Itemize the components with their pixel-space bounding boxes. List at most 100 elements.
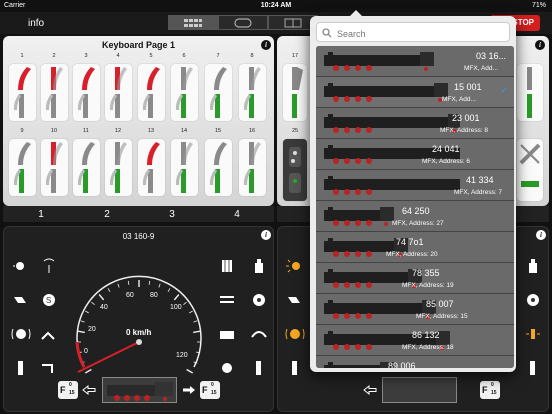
gauge-tick	[85, 310, 89, 314]
turnout-tile[interactable]	[9, 64, 36, 121]
locomotive-list-item[interactable]: 41 334 MFX, Address: 7	[316, 170, 514, 201]
turnout-icon	[142, 67, 160, 118]
direction-right-icon[interactable]	[182, 385, 196, 395]
page-1-button[interactable]: 1	[31, 209, 51, 220]
station-icon[interactable]	[248, 325, 270, 343]
locomotive-list[interactable]: 03 16... MFX, Add... 15 001 MFX, Add... ✓ 23 …	[316, 46, 514, 368]
turnout-tile[interactable]	[105, 139, 132, 196]
sound-icon[interactable]	[248, 257, 270, 275]
warning-light-icon[interactable]	[522, 325, 544, 343]
turnout-number: 3	[84, 53, 88, 59]
info-icon[interactable]: i	[261, 40, 271, 50]
pantograph-icon[interactable]	[284, 359, 306, 377]
locomotive-list-item[interactable]: 78 355 MFX, Address: 19	[316, 263, 514, 294]
locomotive-list-item[interactable]: 15 001 MFX, Add... ✓	[316, 77, 514, 108]
info-icon-right[interactable]: i	[536, 230, 546, 240]
steam-locomotive-image	[107, 382, 173, 401]
page-4-button[interactable]: 4	[227, 209, 247, 220]
turnout-tile[interactable]	[73, 64, 100, 121]
whistle-icon[interactable]	[216, 359, 238, 377]
direction-left-icon[interactable]	[82, 385, 96, 395]
locomotive-list-item[interactable]: 85 007 MFX, Address: 15	[316, 294, 514, 325]
loco-image[interactable]	[102, 377, 177, 403]
locomotive-list-item[interactable]: 23 001 MFX, Address: 8	[316, 108, 514, 139]
turnout-tile[interactable]	[517, 64, 543, 121]
turnout-tile[interactable]	[205, 64, 232, 121]
gauge-tick	[148, 280, 151, 285]
locomotive-name: 86 132	[412, 330, 440, 340]
headlight-icon[interactable]	[284, 257, 306, 275]
turnout-tile[interactable]	[138, 139, 165, 196]
turnout-tile[interactable]	[73, 139, 100, 196]
coupler-icon[interactable]	[38, 325, 60, 343]
info-icon[interactable]: i	[261, 230, 271, 240]
turnout-number: 25	[291, 128, 299, 134]
steam-icon[interactable]	[216, 291, 238, 309]
view-segmented-control	[168, 15, 318, 30]
page-3-button[interactable]: 3	[162, 209, 182, 220]
cabin-light-icon[interactable]	[216, 257, 238, 275]
pantograph-icon[interactable]	[522, 359, 544, 377]
turnout-number: 7	[216, 53, 220, 59]
headlight-icon[interactable]	[10, 257, 32, 275]
brake-squeal-icon[interactable]	[38, 359, 60, 377]
cab-light-icon[interactable]	[10, 325, 32, 343]
turnout-tile[interactable]	[138, 64, 165, 121]
sound-icon[interactable]	[522, 257, 544, 275]
announcement-icon[interactable]	[216, 325, 238, 343]
keyboard-panel: Keyboard Page 1 i 1 2 3 4 5 6 7 8 9 10 11 12 13 14 15 1…	[3, 36, 274, 206]
info-icon-right[interactable]: i	[535, 40, 545, 50]
page-2-button[interactable]: 2	[97, 209, 117, 220]
turnout-tile[interactable]	[171, 64, 198, 121]
gauge-tick	[158, 283, 161, 288]
speedometer-gauge[interactable]: 0 20 40 60 80 100 120 0 km/h	[64, 247, 214, 397]
locomotive-picker-popover: 03 16... MFX, Add... 15 001 MFX, Add... ✓ 23 …	[310, 10, 516, 372]
locomotive-list-item[interactable]: 86 132 MFX, Address: 18	[316, 325, 514, 356]
gauge-tick	[80, 320, 85, 323]
locomotive-list-item[interactable]: 74 7o1 MFX, Address: 20	[316, 232, 514, 263]
locomotive-list-item[interactable]: 64 250 MFX, Address: 27	[316, 201, 514, 232]
loco-title: 03 160-9	[122, 232, 155, 241]
locomotive-list-item[interactable]: 24 041 MFX, Address: 6	[316, 139, 514, 170]
turnout-tile[interactable]	[171, 139, 198, 196]
locomotive-name: 64 250	[402, 206, 430, 216]
signal-tile[interactable]	[283, 139, 307, 201]
function-key-button[interactable]: F 0 15	[200, 381, 220, 399]
track-loop-icon	[234, 17, 252, 28]
locomotive-list-item[interactable]: 89 006	[316, 356, 514, 368]
turnout-number: 10	[50, 128, 58, 134]
turnout-number: 13	[147, 128, 155, 134]
info-button[interactable]: info	[28, 18, 44, 29]
turnout-tile[interactable]	[41, 64, 68, 121]
cab-light-icon[interactable]	[284, 325, 306, 343]
shunting-icon[interactable]: S	[38, 291, 60, 309]
horn-icon[interactable]	[10, 291, 32, 309]
function-key-button[interactable]: F 0 15	[58, 381, 78, 399]
turnout-tile[interactable]	[239, 139, 266, 196]
horn-icon[interactable]	[284, 291, 306, 309]
turnout-tile[interactable]	[41, 139, 68, 196]
pantograph-icon[interactable]	[248, 359, 270, 377]
locomotive-name: 78 355	[412, 268, 440, 278]
bell-icon[interactable]	[522, 291, 544, 309]
turnout-tile[interactable]	[239, 64, 266, 121]
locomotive-address: MFX, Address: 7	[454, 189, 503, 196]
steam-locomotive-image	[324, 83, 448, 102]
turnout-tile[interactable]	[283, 64, 307, 121]
loco-control-panel: 03 160-9 i 0 20 40 60 80 100 120 0 km/h …	[3, 226, 274, 412]
bell-icon[interactable]	[248, 291, 270, 309]
crossing-tile[interactable]	[517, 139, 543, 201]
turnout-tile[interactable]	[205, 139, 232, 196]
layout-view-tab[interactable]	[218, 15, 268, 30]
pantograph-icon[interactable]	[10, 359, 32, 377]
function-key-button[interactable]: F 0 15	[480, 381, 500, 399]
locomotive-list-item[interactable]: 03 16... MFX, Add...	[316, 46, 514, 77]
gauge-tick	[77, 330, 85, 334]
keyboard-view-tab[interactable]	[168, 15, 218, 30]
direction-left-icon[interactable]	[363, 385, 377, 395]
turnout-tile[interactable]	[9, 139, 36, 196]
smoke-generator-icon[interactable]	[38, 257, 60, 275]
turnout-tile[interactable]	[105, 64, 132, 121]
loco-image[interactable]	[382, 377, 457, 403]
search-input[interactable]	[316, 22, 510, 42]
